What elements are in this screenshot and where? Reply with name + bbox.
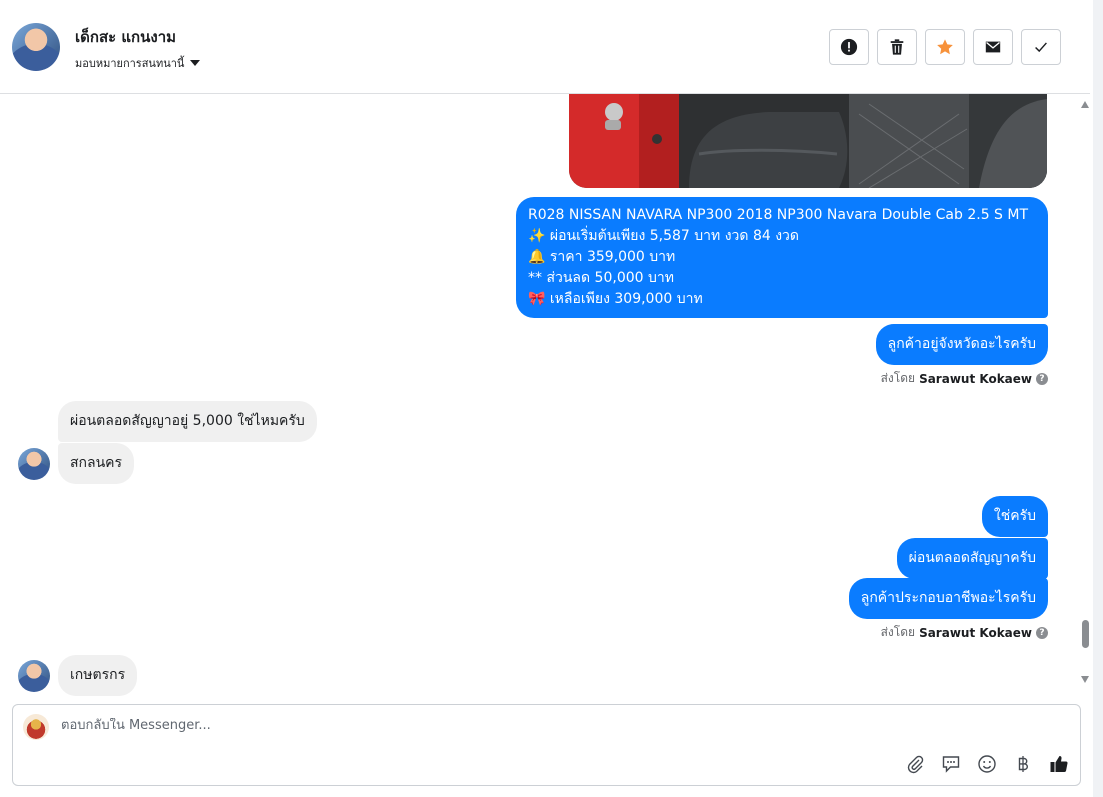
sender-name: Sarawut Kokaew (919, 371, 1032, 386)
listing-line: 🎀 เหลือเพียง 309,000 บาท (528, 291, 703, 307)
reply-composer (12, 704, 1081, 786)
envelope-icon (985, 41, 1001, 53)
sent-by-label: ส่งโดย Sarawut Kokaew ? (881, 623, 1048, 642)
attach-button[interactable] (904, 753, 926, 775)
message-yes[interactable]: ใช่ครับ (981, 496, 1048, 537)
scroll-thumb[interactable] (1082, 620, 1089, 648)
trash-icon (890, 39, 904, 55)
alert-icon (840, 38, 858, 56)
listing-line: ✨ ผ่อนเริ่มต้นเพียง 5,587 บาท งวด 84 งวด (528, 228, 800, 244)
conversation-actions (829, 29, 1061, 65)
message-province[interactable]: สกลนคร (58, 443, 135, 484)
assign-conversation-dropdown[interactable]: มอบหมายการสนทนานี้ (75, 54, 201, 72)
page-avatar (23, 714, 49, 740)
message-installment[interactable]: ผ่อนตลอดสัญญาอยู่ 5,000 ใช่ไหมครับ (58, 401, 317, 442)
check-icon (1035, 42, 1047, 53)
caret-down-icon (190, 60, 201, 66)
sent-by-label: ส่งโดย Sarawut Kokaew ? (881, 369, 1048, 388)
listing-line: 🔔 ราคา 359,000 บาท (528, 249, 676, 265)
conversation-header: เด็กสะ แกนงาม มอบหมายการสนทนานี้ (0, 0, 1090, 94)
thumbs-up-icon (1050, 756, 1068, 773)
delete-button[interactable] (877, 29, 917, 65)
car-interior-photo[interactable] (569, 94, 1047, 188)
contact-avatar[interactable] (18, 448, 50, 480)
help-icon[interactable]: ? (1036, 372, 1048, 385)
reply-input[interactable] (61, 718, 861, 733)
message-contract[interactable]: ผ่อนตลอดสัญญาครับ (896, 538, 1048, 579)
message-ask-province[interactable]: ลูกค้าอยู่จังหวัดอะไรครับ (875, 324, 1048, 365)
scroll-up-arrow-icon[interactable] (1081, 101, 1089, 108)
contact-avatar[interactable] (12, 23, 60, 71)
listing-line: R028 NISSAN NAVARA NP300 2018 NP300 Nava… (528, 207, 1029, 223)
speech-bubble-icon (942, 756, 960, 773)
mark-unread-button[interactable] (973, 29, 1013, 65)
composer-tools (904, 753, 1070, 775)
contact-name[interactable]: เด็กสะ แกนงาม (75, 25, 176, 49)
star-icon (937, 39, 953, 55)
assign-label: มอบหมายการสนทนานี้ (75, 57, 185, 70)
scroll-down-arrow-icon[interactable] (1081, 676, 1089, 683)
baht-icon (1018, 756, 1028, 772)
paperclip-icon (907, 755, 924, 774)
listing-line: ** ส่วนลด 50,000 บาท (528, 270, 674, 286)
like-button[interactable] (1048, 753, 1070, 775)
saved-replies-button[interactable] (940, 753, 962, 775)
emoji-button[interactable] (976, 753, 998, 775)
listing-message[interactable]: R028 NISSAN NAVARA NP300 2018 NP300 Nava… (516, 197, 1048, 318)
sender-name: Sarawut Kokaew (919, 625, 1032, 640)
window-edge (1093, 0, 1103, 797)
smiley-icon (978, 755, 996, 773)
help-icon[interactable]: ? (1036, 626, 1048, 639)
done-button[interactable] (1021, 29, 1061, 65)
message-scrollbar[interactable] (1077, 94, 1093, 694)
message-job[interactable]: เกษตรกร (58, 655, 138, 696)
contact-avatar[interactable] (18, 660, 50, 692)
star-button[interactable] (925, 29, 965, 65)
message-job-question[interactable]: ลูกค้าประกอบอาชีพอะไรครับ (848, 578, 1048, 619)
spam-button[interactable] (829, 29, 869, 65)
payment-button[interactable] (1012, 753, 1034, 775)
